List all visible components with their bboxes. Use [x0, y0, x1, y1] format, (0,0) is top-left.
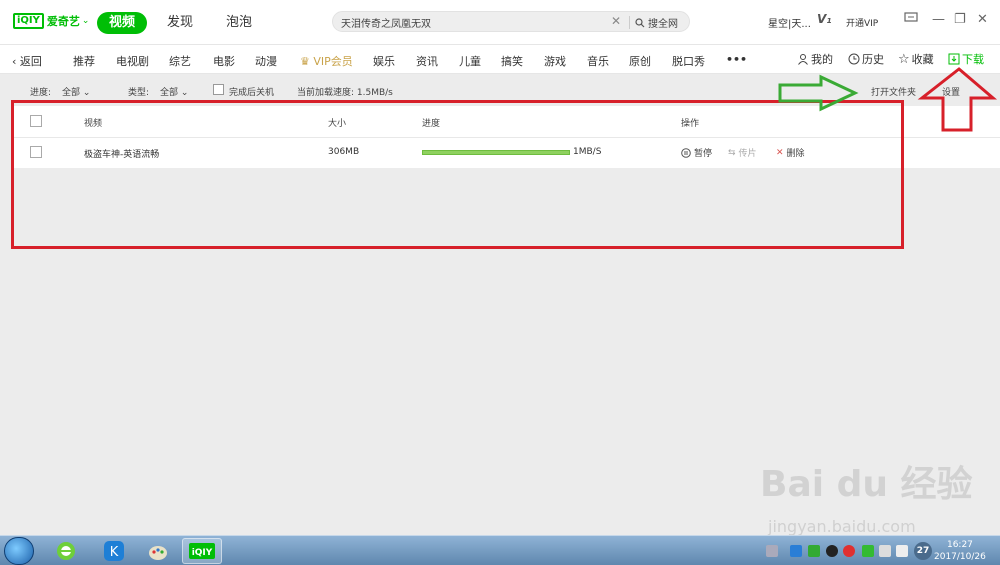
kugou-icon[interactable]: K	[94, 538, 134, 564]
delete-label: 删除	[786, 149, 805, 159]
delete-button[interactable]: ✕ 删除	[776, 146, 805, 160]
pause-label: 暂停	[694, 149, 713, 159]
tray-app-icon[interactable]	[826, 545, 838, 557]
delete-icon: ✕	[776, 147, 784, 158]
baidu-watermark: Bai du 经验 jingyan.baidu.com	[760, 455, 973, 536]
video-size: 306MB	[328, 147, 360, 157]
table-row: 极盗车神-英语流畅 306MB 1MB/S 暂停 ⇆ 传片 ✕ 删除	[12, 138, 1000, 168]
swap-icon: ⇆	[728, 147, 736, 158]
download-progress-fill	[423, 151, 569, 154]
row-speed: 1MB/S	[573, 147, 602, 157]
tray-qq-icon[interactable]	[843, 545, 855, 557]
clock-date: 2017/10/26	[934, 552, 986, 562]
tray-volume-icon[interactable]	[896, 545, 908, 557]
pause-button[interactable]: 暂停	[681, 146, 712, 159]
tray-keyboard-icon[interactable]	[766, 545, 778, 557]
video-title[interactable]: 极盗车神-英语流畅	[84, 147, 159, 160]
ie-browser-icon[interactable]	[46, 538, 86, 564]
annotation-green-arrow	[778, 74, 859, 112]
clock-time: 16:27	[946, 540, 973, 550]
download-progress-bar	[422, 150, 570, 155]
annotation-red-arrow	[917, 67, 998, 132]
watermark-text: Bai du 经验	[760, 464, 973, 505]
svg-text:iQIY: iQIY	[192, 548, 213, 558]
tray-shield-icon[interactable]	[790, 545, 802, 557]
share-label: 传片	[738, 149, 757, 159]
tray-badge[interactable]: 27	[914, 542, 932, 560]
pause-icon	[681, 147, 691, 158]
paint-icon[interactable]	[138, 538, 178, 564]
tray-flag-icon[interactable]	[862, 545, 874, 557]
windows-taskbar: K iQIY 27 16:27 2017/10/26	[0, 535, 1000, 565]
row-checkbox[interactable]	[30, 146, 42, 158]
tray-battery-icon[interactable]	[808, 545, 820, 557]
watermark-url: jingyan.baidu.com	[768, 517, 916, 536]
start-button[interactable]	[4, 537, 34, 565]
annotation-arrows	[778, 67, 998, 132]
svg-text:K: K	[110, 545, 119, 560]
iqiyi-taskbar-icon[interactable]: iQIY	[182, 538, 222, 564]
share-button[interactable]: ⇆ 传片	[728, 146, 757, 160]
tray-network-icon[interactable]	[879, 545, 891, 557]
system-clock[interactable]: 16:27 2017/10/26	[934, 539, 986, 563]
